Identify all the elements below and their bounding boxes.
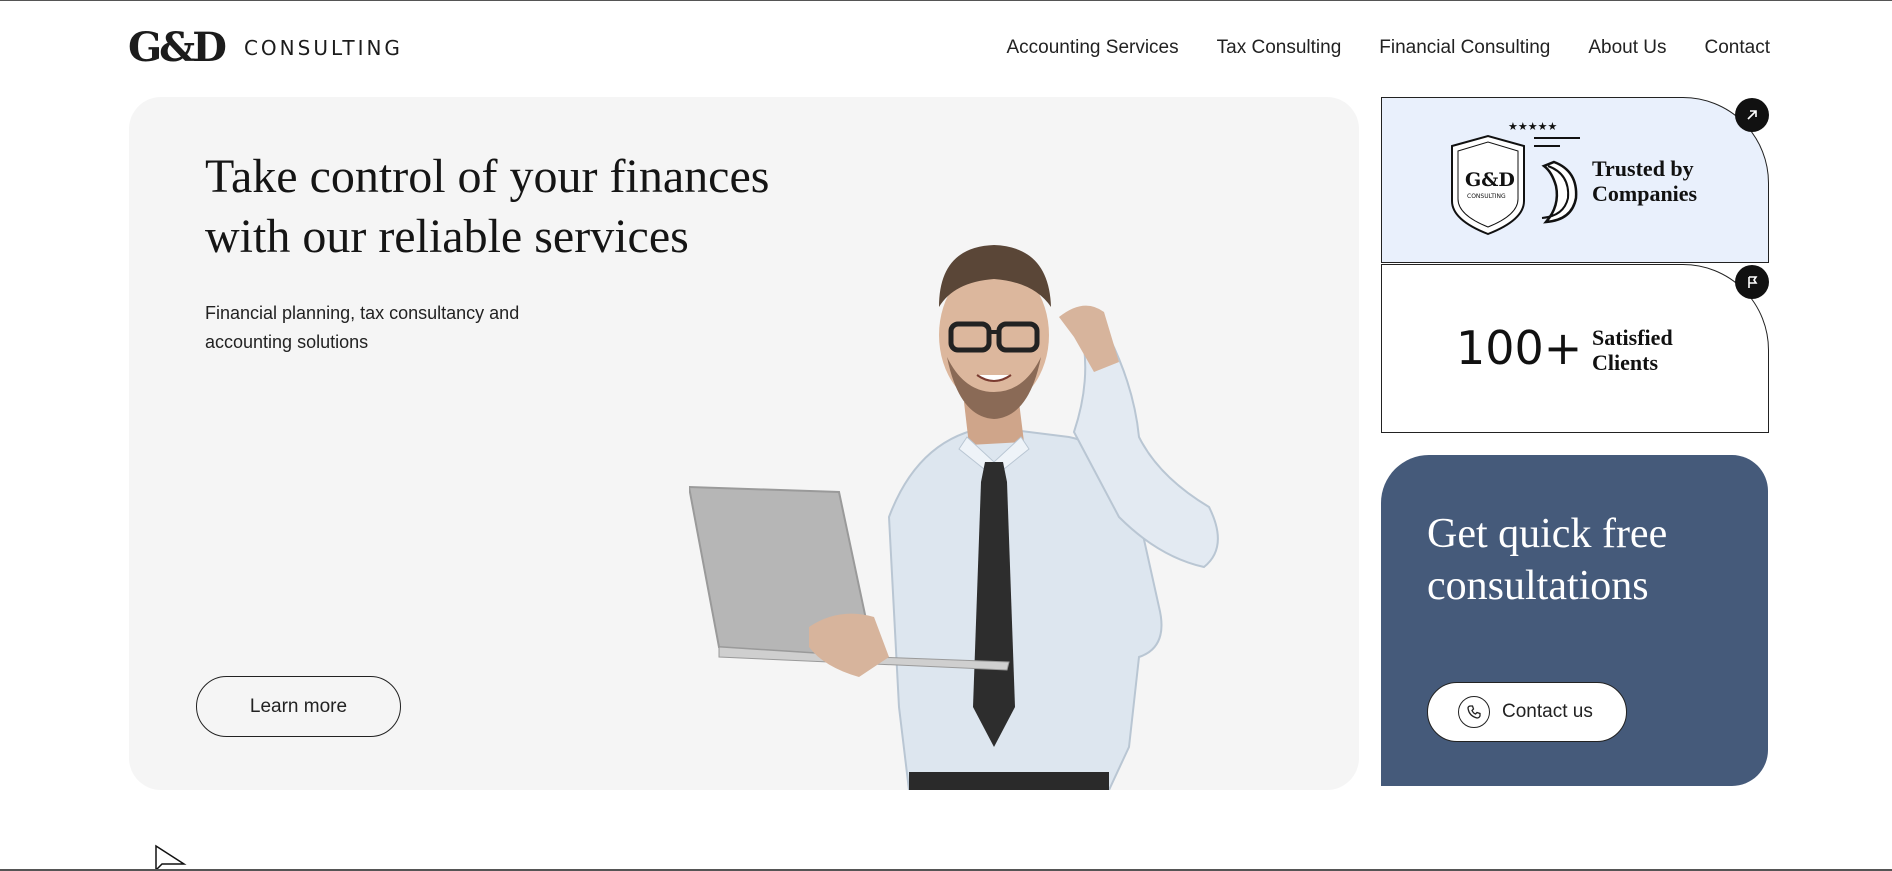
hero-subtitle: Financial planning, tax consultancy and … <box>205 303 520 352</box>
logo[interactable]: G&D CONSULTING <box>128 28 403 68</box>
arrow-up-right-icon[interactable] <box>1735 98 1769 132</box>
trusted-card[interactable]: ★★★★★ G&D CONSULTING Trusted by Companie… <box>1381 97 1769 263</box>
nav-about-us[interactable]: About Us <box>1588 37 1666 59</box>
svg-text:★★★★★: ★★★★★ <box>1508 120 1557 133</box>
clients-label-line1: Satisfied <box>1592 325 1673 350</box>
nav-accounting-services[interactable]: Accounting Services <box>1006 37 1178 59</box>
trusted-label: Trusted by Companies <box>1592 156 1697 206</box>
clients-label-line2: Clients <box>1592 350 1658 375</box>
flag-icon[interactable] <box>1735 265 1769 299</box>
main-nav: Accounting Services Tax Consulting Finan… <box>1006 37 1770 59</box>
learn-more-button[interactable]: Learn more <box>196 676 401 737</box>
trusted-label-line1: Trusted by <box>1592 156 1694 181</box>
mouse-cursor-icon <box>155 844 187 871</box>
svg-text:G&D: G&D <box>1465 169 1515 191</box>
logo-mark: G&D <box>128 24 227 71</box>
trusted-label-line2: Companies <box>1592 181 1698 206</box>
svg-text:CONSULTING: CONSULTING <box>1467 193 1506 200</box>
consultation-title: Get quick free consultations <box>1427 511 1668 609</box>
top-border <box>0 0 1892 1</box>
hero-section: Take control of your finances with our r… <box>129 97 1359 790</box>
consultation-card: Get quick free consultations Contact us <box>1381 455 1768 786</box>
phone-icon <box>1458 696 1490 728</box>
clients-label: Satisfied Clients <box>1592 325 1673 375</box>
contact-us-button[interactable]: Contact us <box>1427 682 1627 742</box>
nav-tax-consulting[interactable]: Tax Consulting <box>1217 37 1342 59</box>
clients-card[interactable]: 100+ Satisfied Clients <box>1381 264 1769 433</box>
nav-contact[interactable]: Contact <box>1705 37 1770 59</box>
businessman-with-laptop-image <box>689 245 1219 790</box>
nav-financial-consulting[interactable]: Financial Consulting <box>1379 37 1550 59</box>
logo-text: CONSULTING <box>243 36 403 60</box>
contact-us-label: Contact us <box>1502 701 1593 722</box>
clients-count: 100+ <box>1456 321 1583 375</box>
trusted-badge-icon: ★★★★★ G&D CONSULTING <box>1451 120 1580 236</box>
